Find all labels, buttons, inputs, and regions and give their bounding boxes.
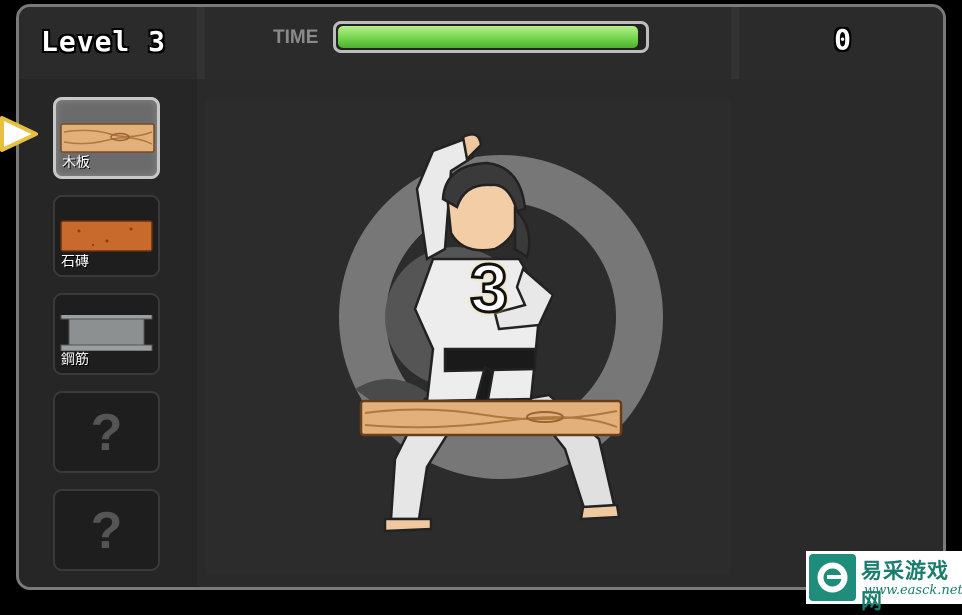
time-panel: TIME	[205, 7, 731, 79]
selection-pointer-icon	[0, 116, 38, 152]
score-value: 0	[834, 23, 851, 56]
game-frame: Level 3 TIME 0 木板 石磚 鋼筋 ? ? 3	[16, 4, 946, 590]
countdown-number: 3	[469, 249, 510, 328]
material-label: 木板	[62, 155, 90, 171]
top-hud: Level 3 TIME 0	[19, 7, 943, 79]
wood-plank-icon	[60, 123, 155, 153]
level-panel: Level 3	[19, 7, 197, 79]
material-label: 石磚	[61, 254, 89, 270]
time-bar-fill	[338, 26, 638, 48]
material-item-locked[interactable]: ?	[53, 391, 160, 473]
steel-beam-icon	[60, 315, 153, 351]
stage-illustration	[205, 99, 731, 575]
level-label: Level 3	[41, 25, 167, 58]
time-bar	[333, 21, 649, 53]
watermark-logo-icon	[809, 554, 856, 601]
time-label: TIME	[273, 27, 319, 48]
watermark: 易采游戏网 www.easck.net	[806, 551, 962, 613]
locked-question-icon: ?	[90, 502, 123, 560]
material-label: 鋼筋	[61, 352, 89, 368]
watermark-url: www.easck.net	[864, 583, 962, 598]
brick-icon	[60, 220, 153, 252]
material-item-brick[interactable]: 石磚	[53, 195, 160, 277]
wood-plank-target	[359, 399, 623, 437]
material-item-wood[interactable]: 木板	[53, 97, 160, 179]
material-item-locked[interactable]: ?	[53, 489, 160, 571]
material-item-steel[interactable]: 鋼筋	[53, 293, 160, 375]
locked-question-icon: ?	[90, 404, 123, 462]
play-area[interactable]: 3	[205, 99, 731, 575]
material-sidebar: 木板 石磚 鋼筋 ? ?	[19, 79, 197, 587]
score-panel: 0	[739, 7, 943, 79]
